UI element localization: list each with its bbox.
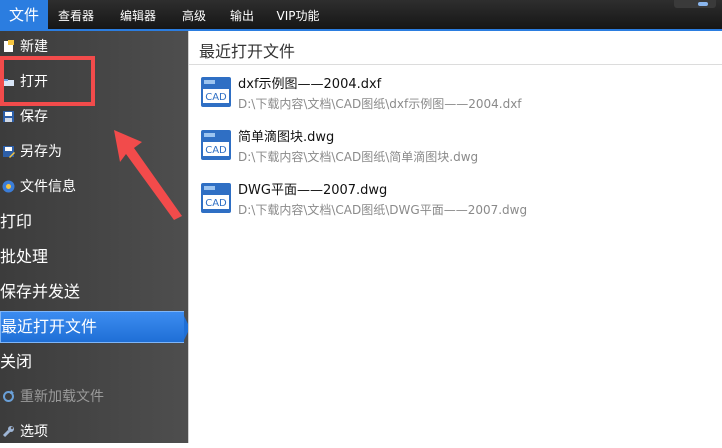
cad-icon-label: CAD xyxy=(205,92,227,103)
annotation-arrow-icon xyxy=(114,130,182,220)
recent-file-item[interactable]: CAD dxf示例图——2004.dxf D:\下载内容\文档\CAD图纸\dx… xyxy=(199,73,639,117)
sidebar-item-label: 打印 xyxy=(0,212,33,231)
tab-editor[interactable]: 编辑器 xyxy=(112,0,164,29)
recent-file-path: D:\下载内容\文档\CAD图纸\DWG平面——2007.dwg xyxy=(238,203,528,217)
cad-file-icon: CAD xyxy=(201,183,231,213)
sidebar-item-close[interactable]: 关闭 xyxy=(0,346,184,378)
tab-viewer[interactable]: 查看器 xyxy=(50,0,102,29)
cad-icon-label: CAD xyxy=(205,198,227,209)
sidebar-item-label: 批处理 xyxy=(0,247,49,266)
sidebar-item-label: 选项 xyxy=(20,424,48,440)
sidebar-item-batch[interactable]: 批处理 xyxy=(0,241,184,273)
save-as-icon xyxy=(3,146,15,158)
cad-file-icon: CAD xyxy=(201,77,231,107)
info-icon xyxy=(2,180,15,193)
save-icon xyxy=(3,111,14,122)
new-file-icon xyxy=(4,40,14,52)
sidebar-item-label: 文件信息 xyxy=(20,179,76,195)
recent-file-name: dxf示例图——2004.dxf xyxy=(238,77,382,92)
sidebar-item-save-and-send[interactable]: 保存并发送 xyxy=(0,276,184,308)
cad-file-icon: CAD xyxy=(201,130,231,160)
sidebar-item-label: 保存并发送 xyxy=(0,282,81,301)
sidebar-item-reload: 重新加载文件 xyxy=(0,381,184,413)
sidebar-item-recent-files[interactable]: 最近打开文件 xyxy=(0,311,190,343)
wrench-icon xyxy=(2,426,14,438)
tab-advanced[interactable]: 高级 xyxy=(174,0,214,29)
recent-file-item[interactable]: CAD 简单滴图块.dwg D:\下载内容\文档\CAD图纸\简单滴图块.dwg xyxy=(199,126,639,170)
sidebar-item-label: 关闭 xyxy=(0,352,33,371)
recent-file-path: D:\下载内容\文档\CAD图纸\简单滴图块.dwg xyxy=(238,150,479,164)
window-control-indicator xyxy=(698,2,708,6)
window-control[interactable] xyxy=(674,0,716,8)
page-title: 最近打开文件 xyxy=(199,42,296,61)
menu-bar: 文件 查看器 编辑器 高级 输出 VIP功能 xyxy=(0,0,722,31)
tab-file[interactable]: 文件 xyxy=(0,0,48,29)
sidebar-item-label: 最近打开文件 xyxy=(1,317,98,336)
sidebar-item-options[interactable]: 选项 xyxy=(0,416,184,448)
reload-icon xyxy=(3,390,14,402)
recent-file-name: DWG平面——2007.dwg xyxy=(238,183,388,198)
recent-file-item[interactable]: CAD DWG平面——2007.dwg D:\下载内容\文档\CAD图纸\DWG… xyxy=(199,179,639,223)
annotation-highlight-box xyxy=(0,56,95,106)
tab-vip[interactable]: VIP功能 xyxy=(270,0,326,29)
sidebar-item-label: 重新加载文件 xyxy=(20,389,104,405)
recent-files-panel: 最近打开文件 CAD dxf示例图——2004.dxf D:\下载内容\文档\C… xyxy=(188,31,722,443)
divider xyxy=(189,64,722,65)
tab-output[interactable]: 输出 xyxy=(222,0,262,29)
sidebar-item-label: 另存为 xyxy=(20,144,62,160)
recent-file-path: D:\下载内容\文档\CAD图纸\dxf示例图——2004.dxf xyxy=(238,97,522,111)
recent-file-name: 简单滴图块.dwg xyxy=(238,130,335,145)
cad-icon-label: CAD xyxy=(205,145,227,156)
